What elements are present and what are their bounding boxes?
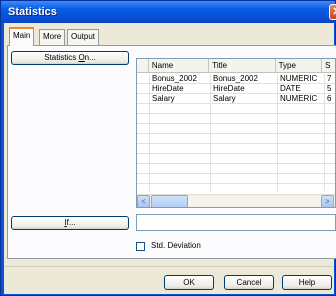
main-tab-panel: Statistics On... Name Title Type S Bonus… bbox=[7, 45, 336, 259]
name-cell: Bonus_2002 bbox=[152, 74, 197, 83]
footer-divider bbox=[4, 266, 334, 267]
statistics-on-button[interactable]: Statistics On... bbox=[11, 51, 129, 65]
scrollbar-thumb[interactable] bbox=[151, 195, 188, 207]
close-icon[interactable]: ✕ bbox=[329, 4, 336, 20]
title-bar[interactable]: Statistics ✕ bbox=[1, 1, 336, 23]
title-cell: HireDate bbox=[213, 84, 245, 93]
s-cell: 5 bbox=[327, 84, 332, 93]
cancel-button[interactable]: Cancel bbox=[224, 275, 274, 290]
tab-main-label: Main bbox=[13, 31, 31, 40]
std-deviation-checkbox[interactable] bbox=[136, 242, 145, 251]
ok-button[interactable]: OK bbox=[164, 275, 214, 290]
title-cell: Salary bbox=[213, 94, 236, 103]
horizontal-scrollbar[interactable]: < > bbox=[137, 194, 335, 207]
tab-main[interactable]: Main bbox=[9, 27, 35, 46]
list-row[interactable]: HireDate HireDate DATE 5 bbox=[137, 84, 335, 94]
type-cell: NUMERIC bbox=[280, 74, 318, 83]
name-cell: Salary bbox=[152, 94, 175, 103]
scroll-left-icon[interactable]: < bbox=[137, 195, 150, 207]
s-cell: 7 bbox=[327, 74, 332, 83]
list-row[interactable]: Salary Salary NUMERIC 6 bbox=[137, 94, 335, 104]
list-row[interactable]: Bonus_2002 Bonus_2002 NUMERIC 7 bbox=[137, 74, 335, 84]
statistics-dialog: Statistics ✕ Main More Output Statistics… bbox=[0, 0, 336, 296]
std-deviation-label: Std. Deviation bbox=[151, 241, 201, 250]
list-header: Name Title Type S bbox=[137, 59, 335, 73]
tab-more-label: More bbox=[43, 32, 62, 41]
dialog-client-area: Main More Output Statistics On... Name T… bbox=[4, 23, 336, 294]
tab-output-label: Output bbox=[71, 32, 96, 41]
row-select-cell bbox=[137, 84, 149, 94]
type-cell: NUMERIC bbox=[280, 94, 318, 103]
column-header-type[interactable]: Type bbox=[276, 59, 323, 73]
row-select-cell bbox=[137, 74, 149, 84]
column-header-s[interactable]: S bbox=[322, 59, 335, 73]
if-label-post: f... bbox=[66, 218, 76, 227]
dialog-title: Statistics bbox=[8, 6, 57, 18]
statistics-on-label-pre: Statistics bbox=[44, 53, 79, 62]
if-button[interactable]: If... bbox=[11, 216, 129, 230]
row-select-cell bbox=[137, 94, 149, 104]
tab-output[interactable]: Output bbox=[67, 29, 100, 45]
tab-more[interactable]: More bbox=[39, 29, 66, 45]
s-cell: 6 bbox=[327, 94, 332, 103]
variables-list[interactable]: Name Title Type S Bonus_2002 Bonus_2002 … bbox=[136, 58, 336, 208]
name-cell: HireDate bbox=[152, 84, 184, 93]
column-header-name[interactable]: Name bbox=[149, 59, 210, 73]
statistics-on-label-post: n... bbox=[84, 53, 96, 62]
column-header-select[interactable] bbox=[137, 59, 149, 73]
help-button[interactable]: Help bbox=[282, 275, 332, 290]
title-cell: Bonus_2002 bbox=[213, 74, 258, 83]
type-cell: DATE bbox=[280, 84, 301, 93]
scroll-right-icon[interactable]: > bbox=[321, 195, 334, 207]
column-header-title[interactable]: Title bbox=[209, 59, 276, 73]
if-condition-field[interactable] bbox=[136, 214, 336, 231]
